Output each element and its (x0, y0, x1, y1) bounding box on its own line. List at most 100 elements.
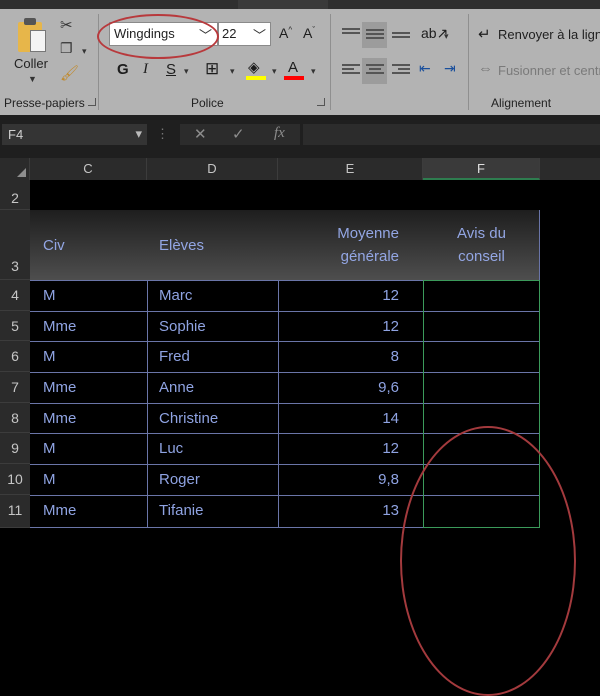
group-divider (468, 14, 469, 110)
chevron-down-icon[interactable]: ▾ (135, 126, 142, 142)
grow-font-icon[interactable]: A^ (279, 25, 292, 41)
column-header-d[interactable]: D (147, 158, 278, 180)
row-header-3[interactable]: 3 (0, 210, 30, 280)
paste-icon[interactable] (18, 18, 48, 54)
cell-eleve[interactable]: Tifanie (159, 502, 203, 519)
name-box[interactable]: F4 ▾ (2, 124, 147, 145)
cell-civ[interactable]: Mme (43, 502, 76, 519)
annotation-ellipse-font (97, 14, 219, 59)
formula-buttons: ✕ ✓ fx (180, 124, 300, 145)
select-all-corner[interactable] (0, 158, 30, 180)
cell-moyenne[interactable]: 8 (278, 348, 399, 365)
formula-bar-grip-icon[interactable]: ⋮ (156, 126, 169, 142)
format-painter-icon[interactable]: 🖌 (60, 64, 79, 82)
column-header-f[interactable]: F (423, 158, 540, 180)
worksheet-grid: C D E F 2 3 4 5 6 7 8 9 10 11 Civ Elèves… (0, 158, 600, 696)
font-color-swatch (284, 76, 304, 80)
row-header-8[interactable]: 8 (0, 403, 30, 433)
fill-color-swatch (246, 76, 266, 80)
ribbon-tab-strip (0, 0, 600, 9)
italic-button[interactable]: I (143, 61, 148, 78)
copy-dropdown-icon[interactable]: ▾ (82, 46, 87, 57)
chevron-down-icon[interactable]: ﹀ (253, 25, 266, 44)
cell-moyenne[interactable]: 12 (278, 318, 399, 335)
cell-civ[interactable]: Mme (43, 410, 76, 427)
group-divider (98, 14, 99, 110)
cell-eleve[interactable]: Fred (159, 348, 190, 365)
cell-civ[interactable]: Mme (43, 318, 76, 335)
cell-moyenne[interactable]: 12 (278, 287, 399, 304)
formula-bar: F4 ▾ ⋮ ✕ ✓ fx (0, 115, 600, 158)
shrink-font-icon[interactable]: Aˇ (303, 25, 315, 41)
row-header-10[interactable]: 10 (0, 464, 30, 495)
insert-function-icon[interactable]: fx (274, 125, 285, 142)
font-color-dropdown-icon[interactable]: ▾ (311, 66, 316, 77)
decrease-indent-icon[interactable]: ⇤ (419, 60, 431, 77)
paste-dropdown-icon[interactable]: ▼ (28, 74, 37, 84)
font-launcher-icon[interactable] (317, 98, 325, 106)
wrap-text-button[interactable]: Renvoyer à la ligne (498, 27, 600, 42)
font-color-icon[interactable]: A (288, 59, 298, 76)
header-eleves[interactable]: Elèves (159, 234, 204, 257)
font-size-dropdown[interactable]: 22 ﹀ (218, 22, 271, 46)
merge-center-icon[interactable]: ⇔ (478, 60, 493, 77)
fill-color-dropdown-icon[interactable]: ▾ (272, 66, 277, 77)
header-civ[interactable]: Civ (43, 234, 65, 257)
align-right-icon[interactable] (392, 64, 410, 78)
fill-color-icon[interactable]: ◈ (248, 58, 260, 76)
underline-dropdown-icon[interactable]: ▾ (184, 66, 189, 77)
header-moyenne-line1[interactable]: Moyenne (278, 222, 399, 245)
underline-button[interactable]: S (166, 61, 176, 78)
cut-icon[interactable]: ✂ (60, 16, 73, 34)
annotation-ellipse-column-f (400, 426, 576, 696)
cell-eleve[interactable]: Christine (159, 410, 218, 427)
cell-moyenne[interactable]: 9,6 (278, 379, 399, 396)
merge-center-button[interactable]: Fusionner et centrer (498, 63, 600, 78)
bold-button[interactable]: G (117, 61, 129, 78)
cell-civ[interactable]: M (43, 348, 56, 365)
row-header-4[interactable]: 4 (0, 280, 30, 311)
align-bottom-icon[interactable] (392, 32, 410, 46)
column-header-c[interactable]: C (30, 158, 147, 180)
cell-eleve[interactable]: Roger (159, 471, 200, 488)
formula-input[interactable] (303, 124, 600, 145)
borders-dropdown-icon[interactable]: ▾ (230, 66, 235, 77)
cell-moyenne[interactable]: 14 (278, 410, 399, 427)
borders-icon[interactable]: ⊞ (205, 59, 219, 79)
cell-moyenne[interactable]: 9,8 (278, 471, 399, 488)
cell-civ[interactable]: Mme (43, 379, 76, 396)
cell-moyenne[interactable]: 13 (278, 502, 399, 519)
enter-icon[interactable]: ✓ (232, 125, 245, 143)
copy-icon[interactable]: ❐ (60, 40, 73, 57)
column-header-next[interactable] (540, 158, 600, 180)
row-header-6[interactable]: 6 (0, 341, 30, 372)
cell-eleve[interactable]: Luc (159, 440, 183, 457)
cell-eleve[interactable]: Marc (159, 287, 192, 304)
cell-civ[interactable]: M (43, 471, 56, 488)
header-avis-line1[interactable]: Avis du (423, 222, 540, 245)
name-box-value: F4 (8, 127, 24, 142)
orientation-dropdown-icon[interactable]: ▾ (444, 31, 449, 42)
align-left-icon[interactable] (342, 64, 360, 78)
cell-moyenne[interactable]: 12 (278, 440, 399, 457)
header-moyenne-line2[interactable]: générale (278, 245, 399, 268)
align-center-icon[interactable] (366, 64, 384, 78)
row-header-2[interactable]: 2 (0, 180, 30, 210)
cell-civ[interactable]: M (43, 287, 56, 304)
row-header-11[interactable]: 11 (0, 495, 30, 528)
row-header-7[interactable]: 7 (0, 372, 30, 403)
increase-indent-icon[interactable]: ⇥ (444, 60, 456, 77)
cell-civ[interactable]: M (43, 440, 56, 457)
clipboard-launcher-icon[interactable] (88, 98, 96, 106)
wrap-text-icon[interactable]: ↵ (478, 25, 491, 43)
paste-button[interactable]: Coller (14, 56, 48, 71)
align-middle-icon[interactable] (366, 29, 384, 43)
cell-eleve[interactable]: Sophie (159, 318, 206, 335)
row-header-5[interactable]: 5 (0, 311, 30, 341)
row-header-9[interactable]: 9 (0, 433, 30, 464)
cell-eleve[interactable]: Anne (159, 379, 194, 396)
align-top-icon[interactable] (342, 28, 360, 42)
cancel-icon[interactable]: ✕ (194, 125, 207, 143)
header-avis-line2[interactable]: conseil (423, 245, 540, 268)
column-header-e[interactable]: E (278, 158, 423, 180)
